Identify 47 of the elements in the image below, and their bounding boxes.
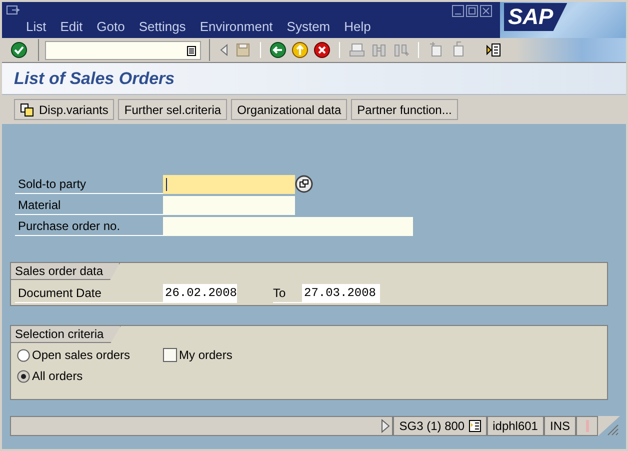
triangle-left-icon[interactable] <box>218 41 230 59</box>
toolbar-button[interactable]: Disp.variants <box>14 99 114 120</box>
menu-item[interactable]: System <box>286 19 330 35</box>
cancel-icon[interactable] <box>313 41 331 59</box>
resize-grip-icon <box>598 416 620 436</box>
date-field[interactable]: 27.03.2008 <box>302 284 380 302</box>
menu-item[interactable]: Help <box>344 19 371 35</box>
minimize-icon[interactable] <box>452 4 464 16</box>
toolbar-button[interactable]: Organizational data <box>231 99 348 120</box>
list-icon[interactable] <box>187 44 196 56</box>
sap-logo: SAP <box>504 3 568 31</box>
mode-text: INS <box>544 416 576 436</box>
group-title: Sales order data <box>11 263 120 280</box>
radio-button[interactable] <box>17 348 30 362</box>
option-label: Open sales orders <box>32 347 130 364</box>
option-label: My orders <box>179 347 232 364</box>
group-title: Selection criteria <box>11 326 121 343</box>
input-field[interactable] <box>163 174 295 194</box>
menu-item[interactable]: Goto <box>96 19 125 35</box>
toolbar-button[interactable]: Further sel.criteria <box>118 99 228 120</box>
input-field[interactable] <box>163 216 413 236</box>
command-field[interactable] <box>45 40 201 60</box>
system-text: SG3 (1) 800 <box>399 418 465 435</box>
option-label: All orders <box>32 368 83 385</box>
list-icon[interactable] <box>468 420 481 432</box>
radio-button[interactable] <box>17 370 30 382</box>
window-menu-icon[interactable] <box>6 5 20 16</box>
layout-icon[interactable] <box>485 41 503 59</box>
back-icon[interactable] <box>269 41 287 59</box>
check-icon[interactable] <box>10 41 28 59</box>
checkbox[interactable] <box>163 348 177 362</box>
screen-title: List of Sales Orders <box>14 68 175 90</box>
menu-item[interactable]: Environment <box>200 19 273 35</box>
menu-item[interactable]: Edit <box>60 19 83 35</box>
menu-item[interactable]: Settings <box>138 19 186 35</box>
variants-icon <box>20 102 34 116</box>
matchcode-icon[interactable] <box>295 175 313 193</box>
menu-item[interactable]: List <box>26 19 46 35</box>
server-text: idphl601 <box>486 416 544 436</box>
status-indicator <box>576 416 598 436</box>
toolbar-button[interactable]: Partner function... <box>351 99 458 120</box>
date-field[interactable]: 26.02.2008 <box>163 284 237 302</box>
save-icon[interactable] <box>234 41 252 59</box>
maximize-icon[interactable] <box>466 4 478 16</box>
triangle-right-icon[interactable] <box>381 419 390 433</box>
close-icon[interactable] <box>480 4 492 16</box>
input-field[interactable] <box>163 196 295 214</box>
